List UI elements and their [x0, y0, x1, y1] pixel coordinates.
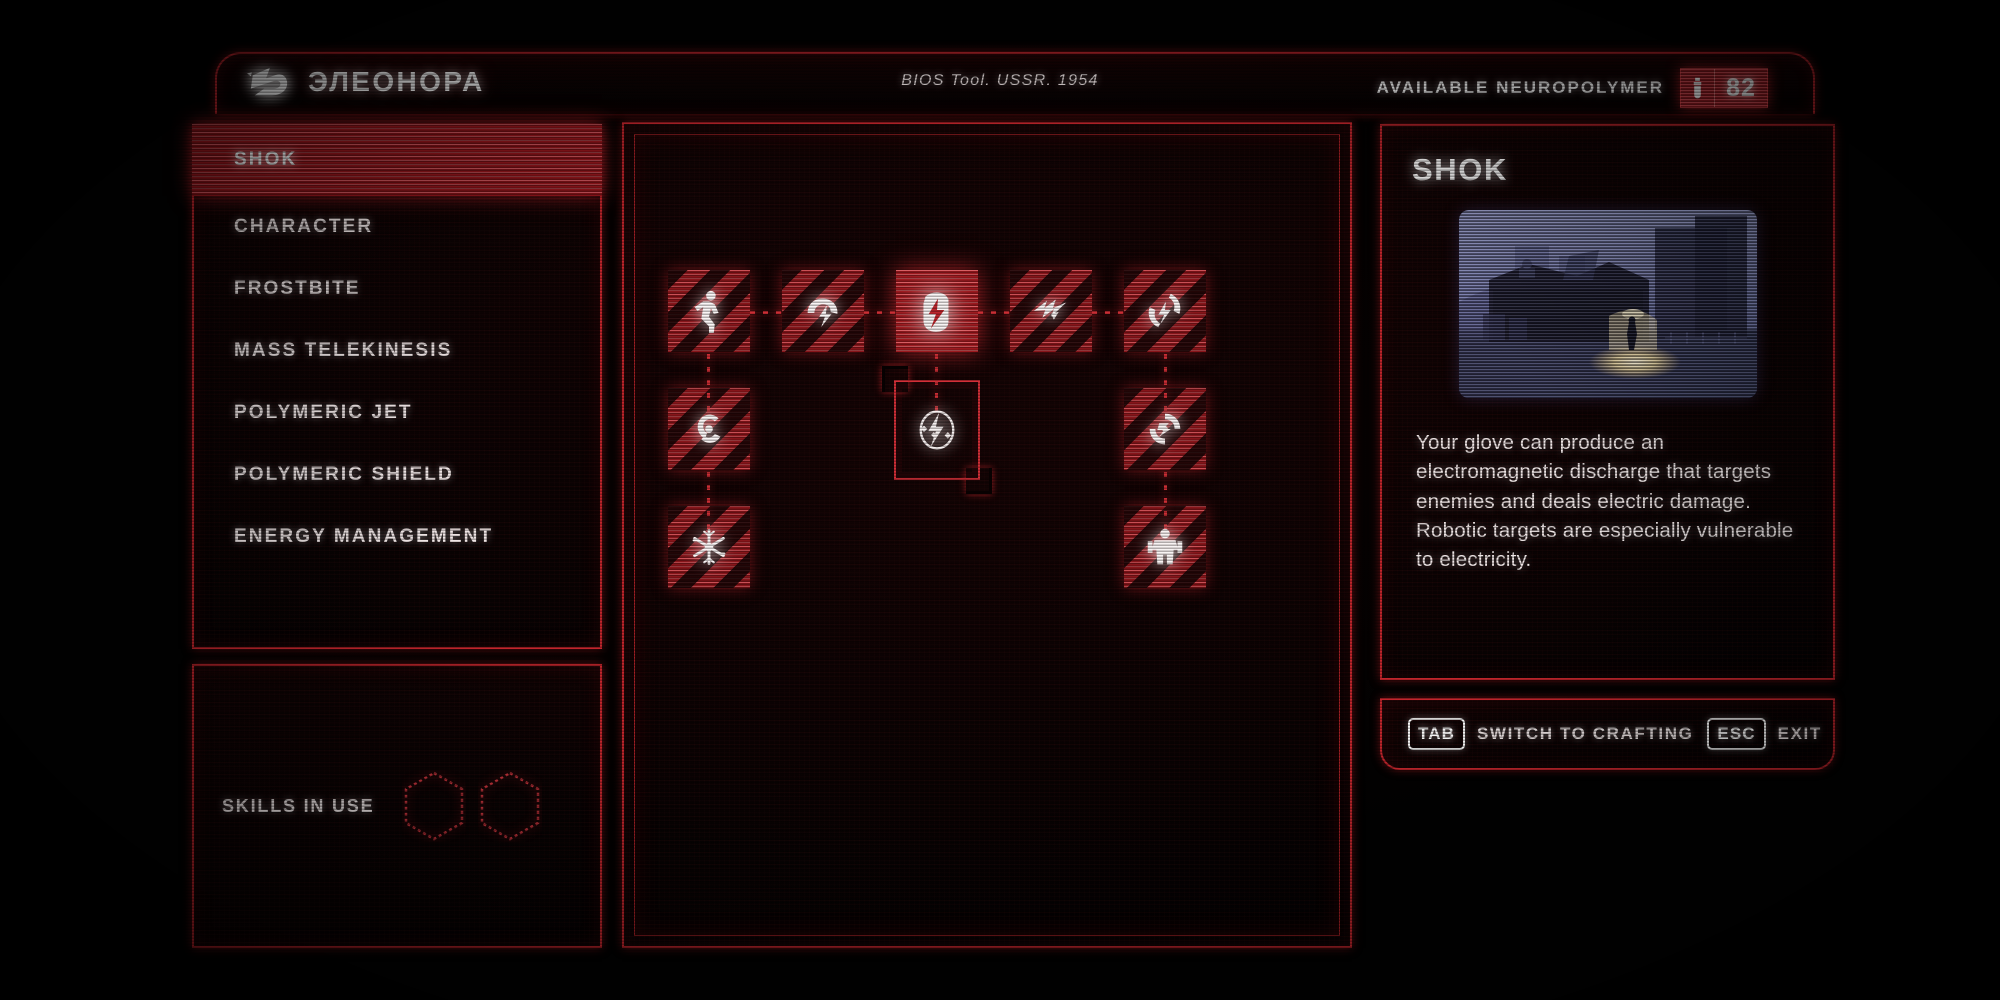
shock-glove-icon — [896, 270, 978, 352]
neuropolymer-badge: 82 — [1680, 68, 1768, 108]
sidebar-item-shok[interactable]: SHOK — [192, 124, 602, 196]
sidebar-item-polymeric-jet[interactable]: POLYMERIC JET — [194, 382, 600, 444]
sidebar-item-character[interactable]: CHARACTER — [194, 196, 600, 258]
sidebar-item-label: SHOK — [234, 149, 298, 170]
sidebar-item-label: CHARACTER — [234, 216, 374, 237]
skills-in-use-slots — [402, 770, 542, 842]
snowflake-burst-icon — [668, 506, 750, 588]
empty-hex-slot-icon[interactable] — [402, 770, 466, 842]
sidebar-item-energy-management[interactable]: ENERGY MANAGEMENT — [194, 506, 600, 568]
skill-tree-canvas — [624, 124, 1350, 946]
shock-burst-icon — [782, 270, 864, 352]
skill-tree-screen: ЭЛЕОНОРА BIOS Tool. USSR. 1954 AVAILABLE… — [0, 0, 2000, 1000]
hint-exit[interactable]: ESC EXIT — [1707, 718, 1821, 750]
skill-tree-panel — [622, 122, 1352, 948]
skill-info-panel: SHOK Your glove can produce an electroma… — [1380, 124, 1835, 680]
sidebar-item-label: FROSTBITE — [234, 278, 361, 299]
sidebar-item-frostbite[interactable]: FROSTBITE — [194, 258, 600, 320]
selection-bracket-icon — [966, 468, 992, 494]
sidebar-item-label: MASS TELEKINESIS — [234, 340, 453, 361]
sidebar-item-mass-telekinesis[interactable]: MASS TELEKINESIS — [194, 320, 600, 382]
cyclone-icon — [668, 388, 750, 470]
skill-info-title: SHOK — [1412, 152, 1508, 187]
selection-bracket-icon — [882, 366, 908, 392]
footer-hints-bar: TAB SWITCH TO CRAFTING ESC EXIT — [1380, 698, 1835, 770]
neuropolymer-counter: AVAILABLE NEUROPOLYMER 82 — [1377, 68, 1768, 108]
lightning-arrow-icon — [1010, 270, 1092, 352]
sidebar-item-label: POLYMERIC SHIELD — [234, 464, 454, 485]
skill-node-running-figure[interactable] — [668, 270, 750, 352]
skill-info-description: Your glove can produce an electromagneti… — [1416, 431, 1794, 572]
skill-category-list: SHOK CHARACTER FROSTBITE MASS TELEKINESI… — [192, 124, 602, 568]
skills-in-use-label: SKILLS IN USE — [222, 795, 375, 816]
lightning-circle-icon — [896, 382, 978, 478]
esc-key-icon: ESC — [1707, 718, 1766, 750]
tree-connector — [750, 311, 782, 314]
skill-node-cyclone[interactable] — [668, 388, 750, 470]
skills-in-use-panel: SKILLS IN USE — [192, 664, 602, 948]
sidebar-item-label: POLYMERIC JET — [234, 402, 413, 423]
skill-preview-image — [1458, 210, 1757, 398]
tab-key-icon: TAB — [1408, 718, 1465, 750]
hint-switch-to-crafting[interactable]: TAB SWITCH TO CRAFTING — [1408, 718, 1693, 750]
skill-node-shock-burst[interactable] — [782, 270, 864, 352]
skill-node-double-swirl[interactable] — [1124, 388, 1206, 470]
skill-node-snowflake-burst[interactable] — [668, 506, 750, 588]
tree-connector — [1092, 311, 1124, 314]
running-figure-icon — [668, 270, 750, 352]
neuropolymer-vial-icon — [1681, 69, 1715, 107]
hint-label: SWITCH TO CRAFTING — [1476, 724, 1694, 743]
double-swirl-icon — [1124, 388, 1206, 470]
sidebar-item-label: ENERGY MANAGEMENT — [234, 526, 494, 547]
tree-connector — [864, 311, 896, 314]
skill-node-armored-figure[interactable] — [1124, 506, 1206, 588]
neuropolymer-label: AVAILABLE NEUROPOLYMER — [1376, 78, 1664, 97]
armored-figure-icon — [1124, 506, 1206, 588]
skill-category-sidebar: SHOK CHARACTER FROSTBITE MASS TELEKINESI… — [192, 124, 602, 649]
hint-label: EXIT — [1777, 724, 1822, 743]
skill-node-swirl-spark[interactable] — [1124, 270, 1206, 352]
skill-node-lightning-circle[interactable] — [882, 366, 992, 494]
skill-node-lightning-arrow[interactable] — [1010, 270, 1092, 352]
swirl-spark-icon — [1124, 270, 1206, 352]
skill-node-shock-glove[interactable] — [896, 270, 978, 352]
tree-connector — [978, 311, 1010, 314]
sidebar-item-polymeric-shield[interactable]: POLYMERIC SHIELD — [194, 444, 600, 506]
empty-hex-slot-icon[interactable] — [478, 770, 542, 842]
neuropolymer-value: 82 — [1726, 73, 1756, 102]
